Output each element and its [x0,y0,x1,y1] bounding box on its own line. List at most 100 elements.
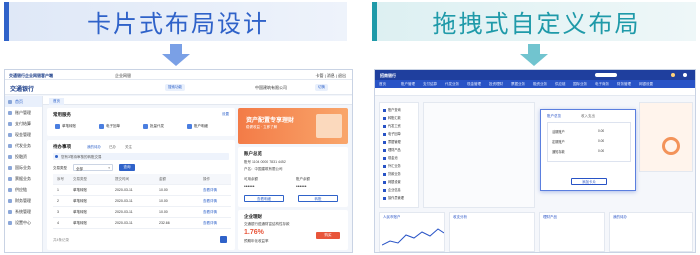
nav-item[interactable]: 账户管理 [401,82,415,87]
widget-checkbox[interactable]: 转账汇款 [383,115,401,120]
nav-item[interactable]: 电子商务 [595,82,609,87]
user-menu[interactable]: 卡管 | 消息 | 退出 [315,73,346,79]
query-button[interactable]: 查询 [119,164,135,171]
sidebar-item-label: 系统管理 [15,209,31,214]
cell-type: 单笔转账 [73,188,87,192]
org-name: 中国建筑有限公司 [255,85,287,90]
cell-amount: 10.00 [159,210,168,214]
sidebar-item-cash[interactable]: 现金管理 [5,129,42,140]
view-detail-link[interactable]: 查看详情 [203,218,217,229]
view-detail-link[interactable]: 查看详情 [203,185,217,196]
drag-panel-tab[interactable]: 收入支出 [581,114,595,119]
supply-chain-icon [8,188,12,192]
checkbox-icon [383,196,386,200]
checkbox-icon [383,164,386,168]
widget-checkbox[interactable]: 网银设置 [383,179,401,184]
sub-header [375,88,695,96]
widget-title: 我的待办 [613,215,627,219]
quick-item-detail[interactable]: 账户明细 [187,122,208,131]
widget-checkbox[interactable]: 代发工资 [383,123,401,128]
widget-checkbox[interactable]: 外汇业务 [383,163,401,168]
page-button[interactable] [220,236,227,243]
sidebar-item-label: 支付结算 [15,121,31,126]
tab-done[interactable]: 已办 [109,145,116,150]
tab-home[interactable]: 首页 [49,98,64,105]
nav-item[interactable]: 支付结算 [423,82,437,87]
todo-widget: 我的待办 [609,212,693,252]
sidebar-item-settings[interactable]: 设置中心 [5,217,42,228]
bell-icon[interactable] [671,73,675,77]
brand-logo: 招商银行 [380,73,396,78]
layout-canvas[interactable] [423,102,535,208]
row-label: 通知存款 [552,150,565,154]
cell-type: 单笔转账 [73,221,87,225]
sidebar-item-system[interactable]: 系统管理 [5,206,42,217]
filter-select[interactable]: 全部 ▾ [73,164,113,171]
quick-services-card: 常用服务 设置 单笔转账 电子回单 批量代发 账户明细 [47,108,235,136]
buy-button[interactable]: 购买 [316,232,340,239]
checkbox-icon [383,180,386,184]
nav-item[interactable]: 代发业务 [445,82,459,87]
nav-item[interactable]: 首页 [379,82,386,87]
dragging-widget[interactable]: 账户总览 收入支出 活期账户 0.00 定期账户 0.00 通知存款 0.00 … [540,109,636,191]
nav-item[interactable]: 财务管理 [617,82,631,87]
view-detail-link[interactable]: 查看详情 [203,207,217,218]
quick-item-receipt[interactable]: 电子回单 [99,122,120,131]
add-card-button[interactable]: 添加卡片 [571,178,607,185]
tab-my-todo[interactable]: 我的待办 [87,145,101,150]
quick-item-transfer[interactable]: 单笔转账 [55,122,76,131]
sidebar-item-home[interactable]: 首页 [5,96,42,107]
sidebar-item-finance[interactable]: 财务管理 [5,195,42,206]
widget-checkbox[interactable]: 操作员管理 [383,195,404,200]
card-title: 待办事项 [53,144,71,149]
nav-item[interactable]: 供应链 [555,82,566,87]
checkbox-label: 网银设置 [388,180,401,184]
widget-checkbox[interactable]: 理财产品 [383,147,401,152]
sidebar-item-bill[interactable]: 票据业务 [5,173,42,184]
nav-item[interactable]: 票据业务 [511,82,525,87]
row-label: 活期账户 [552,130,565,134]
widget-checkbox[interactable]: 现金池 [383,155,398,160]
nav-item[interactable]: 网银设置 [639,82,653,87]
widget-checkbox[interactable]: 企业信息 [383,187,401,192]
widget-checkbox[interactable]: 贷款业务 [383,171,401,176]
switch-button[interactable]: 切换 [315,84,328,91]
sidebar: 首页 账户管理 支付结算 现金管理 代发业务 投融资 国际业务 票据业务 供应链… [5,96,43,252]
nav-item[interactable]: 投资理财 [489,82,503,87]
quick-settings-link[interactable]: 设置 [222,112,229,117]
widget-title: 收支分析 [453,215,467,219]
transfer-button[interactable]: 转账 [298,195,338,202]
nav-item[interactable]: 现金管理 [467,82,481,87]
card-layout-screenshot: 交通银行企业网银客户端 企业网银 卡管 | 消息 | 退出 交通银行 中国建筑有… [4,69,353,253]
cell-date: 2020-03-11 [115,210,133,214]
quick-item-label: 账户明细 [194,124,208,128]
quick-item-payroll[interactable]: 批量代发 [143,122,164,131]
view-detail-button[interactable]: 查看明细 [244,195,284,202]
table-row: 4 单笔转账 2020-03-11 232.66 查看详情 [53,218,231,229]
promo-banner[interactable]: 资产配置专享理财 稳健收益 · 立即了解 [238,108,348,144]
checkbox-label: 外汇业务 [388,164,401,168]
sidebar-item-supply[interactable]: 供应链 [5,184,42,195]
widget-checkbox[interactable]: 电子回单 [383,131,401,136]
checkbox-icon [383,132,386,136]
column-header: 提交时间 [115,177,129,181]
sidebar-item-payroll[interactable]: 代发业务 [5,140,42,151]
search-function-button[interactable]: 搜索功能 [165,84,185,91]
widget-checkbox[interactable]: 票据管理 [383,139,401,144]
tab-follow[interactable]: 关注 [125,145,132,150]
nav-item[interactable]: 国际业务 [573,82,587,87]
sidebar-item-account[interactable]: 账户管理 [5,107,42,118]
quick-item-label: 电子回单 [106,124,120,128]
sidebar-item-intl[interactable]: 国际业务 [5,162,42,173]
view-detail-link[interactable]: 查看详情 [203,196,217,207]
cash-icon [8,133,12,137]
nav-item[interactable]: 融资业务 [533,82,547,87]
search-icon[interactable] [595,73,617,77]
sidebar-item-invest[interactable]: 投融资 [5,151,42,162]
avatar[interactable] [683,73,687,77]
column-header: 操作 [203,177,210,181]
widget-checkbox[interactable]: 账户查询 [383,107,401,112]
sidebar-item-label: 投融资 [15,154,27,159]
row-value: 0.00 [598,129,605,133]
sidebar-item-payment[interactable]: 支付结算 [5,118,42,129]
